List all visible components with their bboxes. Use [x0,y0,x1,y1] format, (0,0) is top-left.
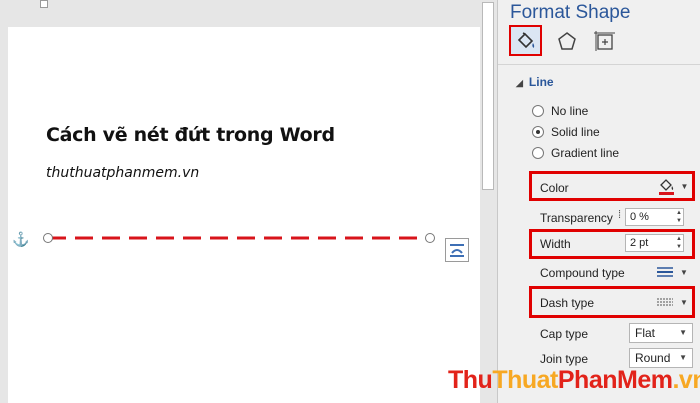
panel-title: Format Shape [510,2,631,23]
tab-size-properties[interactable] [592,28,618,54]
pentagon-icon [558,32,576,50]
chevron-down-icon: ▼ [680,267,688,277]
panel-divider [498,64,700,65]
scrollbar-thumb[interactable] [482,2,494,190]
color-label: Color [540,181,569,195]
end-handle[interactable] [425,233,435,243]
watermark-part-vn: .vn [672,366,700,394]
size-properties-icon [594,31,615,51]
spinner-arrows-icon[interactable]: ▲ ▼ [676,235,682,251]
transparency-input[interactable]: 0 % ▲ ▼ [625,208,684,226]
line-section-header[interactable]: ◢ Line [516,75,554,89]
cap-type-value: Flat [635,326,656,340]
info-icon: ⁞ [618,209,622,221]
ruler-marker[interactable] [40,0,48,8]
watermark-part-thuat: Thuat [492,366,558,394]
radio-button[interactable] [532,105,544,117]
chevron-down-icon: ▼ [679,328,687,337]
compound-lines-icon [657,267,673,277]
paint-bucket-icon [517,31,534,48]
width-input[interactable]: 2 pt ▲ ▼ [625,234,684,252]
join-type-value: Round [635,351,671,365]
anchor-icon: ⚓ [12,231,30,247]
radio-button[interactable] [532,126,544,138]
chevron-down-icon: ▼ [679,353,687,362]
outline-color-icon [658,179,674,195]
layout-options-icon [450,244,464,257]
collapse-caret-icon: ◢ [516,78,523,88]
radio-gradient-line[interactable]: Gradient line [532,146,619,160]
cap-type-dropdown[interactable]: Flat ▼ [629,323,693,343]
dash-type-label: Dash type [540,296,595,310]
compound-type-dropdown[interactable]: ▼ [653,262,691,282]
document-heading: Cách vẽ nét đứt trong Word [46,124,335,146]
cap-type-label: Cap type [540,327,589,341]
watermark-logo: ThuThuatPhanMem.vn [448,366,700,395]
radio-solid-line[interactable]: Solid line [532,125,600,139]
color-picker-button[interactable]: ▼ [653,175,691,197]
join-type-label: Join type [540,352,589,366]
watermark-part-phanmem: PhanMem [557,366,673,394]
radio-label: Gradient line [551,146,620,160]
start-handle[interactable] [43,233,53,243]
layout-options-button[interactable] [445,238,469,262]
format-shape-panel: Format Shape ◢ Line No line Solid line G… [497,0,700,403]
line-section-label: Line [528,75,554,89]
document-page[interactable]: Cách vẽ nét đứt trong Word thuthuatphanm… [8,27,480,403]
document-subtitle: thuthuatphanmem.vn [46,165,200,181]
tab-fill-line[interactable] [509,25,542,56]
chevron-down-icon: ▼ [680,297,688,307]
radio-no-line[interactable]: No line [532,104,588,118]
radio-label: No line [551,104,589,118]
dash-type-dropdown[interactable]: ▼ [653,292,691,312]
tab-effects[interactable] [554,28,580,54]
watermark-part-thu: Thu [448,366,493,394]
chevron-down-icon: ▼ [680,181,689,191]
compound-type-label: Compound type [540,266,625,280]
width-label: Width [540,237,571,251]
transparency-value: 0 % [630,211,649,223]
radio-button[interactable] [532,147,544,159]
join-type-dropdown[interactable]: Round ▼ [629,348,693,368]
dashed-line-shape[interactable] [38,228,440,248]
dash-pattern-icon [657,298,673,306]
transparency-label: Transparency [540,211,613,225]
spinner-arrows-icon[interactable]: ▲ ▼ [676,209,682,225]
radio-label: Solid line [551,125,600,139]
width-value: 2 pt [630,237,649,249]
